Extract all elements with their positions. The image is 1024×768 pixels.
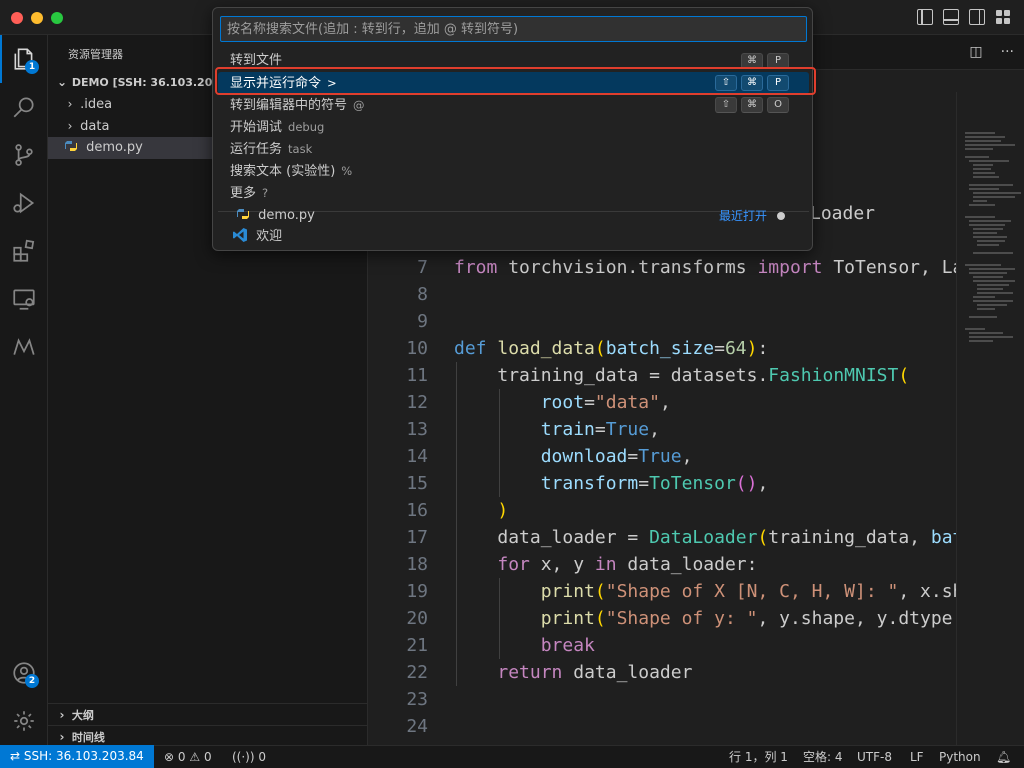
quick-pick-recent-welcome[interactable]: 欢迎: [218, 226, 809, 248]
problems-indicator[interactable]: ⊗ 0 ⚠ 0: [164, 746, 212, 768]
quick-open-input[interactable]: [220, 16, 807, 42]
window-close-button[interactable]: [11, 12, 23, 24]
sidebar-title: 资源管理器: [68, 48, 123, 61]
more-actions-icon[interactable]: ···: [1001, 44, 1014, 60]
python-file-icon: [237, 209, 249, 219]
notifications-bell-icon[interactable]: 🔔︎: [996, 746, 1011, 768]
settings-gear-icon[interactable]: [0, 697, 48, 745]
chevron-down-icon: ⌄: [56, 75, 68, 89]
code-line: 9: [417, 311, 428, 332]
code-line: 7 from torchvision.transforms import ToTe…: [417, 257, 956, 278]
chevron-right-icon: ›: [67, 97, 73, 111]
quick-pick-item-go-to-file[interactable]: 转到文件 ⌘ P: [218, 50, 809, 72]
encoding-indicator[interactable]: UTF-8: [857, 746, 892, 768]
timeline-section-header[interactable]: › 时间线: [48, 725, 368, 747]
quick-open-dialog: 转到文件 ⌘P 显示并运行命令> ⇧⌘P 转到编辑器中的符号@ ⇧⌘O 开始调试…: [212, 7, 813, 251]
toggle-primary-sidebar-icon[interactable]: [917, 9, 933, 25]
eol-indicator[interactable]: LF: [910, 746, 924, 768]
language-indicator[interactable]: Python: [939, 746, 981, 768]
dirty-dot-icon: [777, 212, 785, 220]
python-file-icon: [65, 141, 77, 151]
minimap[interactable]: [956, 92, 1024, 745]
window-maximize-button[interactable]: [51, 12, 63, 24]
quick-pick-item-show-commands[interactable]: 显示并运行命令 > ⇧ ⌘ P: [218, 72, 809, 94]
explorer-icon[interactable]: 1: [0, 35, 48, 83]
chevron-right-icon: ›: [67, 119, 73, 133]
indent-guide: [499, 578, 500, 659]
run-debug-icon[interactable]: [0, 179, 48, 227]
customize-layout-icon[interactable]: [995, 9, 1011, 25]
tree-item-label: .idea: [80, 97, 113, 112]
remote-indicator[interactable]: ⇄ SSH: 36.103.203.84: [0, 745, 154, 768]
m-extension-icon[interactable]: [0, 323, 48, 371]
extensions-icon[interactable]: [0, 227, 48, 275]
window-minimize-button[interactable]: [31, 12, 43, 24]
ports-indicator[interactable]: ((·)) 0: [232, 746, 266, 768]
code-line: 24: [406, 716, 428, 737]
warning-icon: ⚠: [189, 750, 201, 764]
search-icon[interactable]: [0, 83, 48, 131]
activity-bar: 1 2: [0, 35, 48, 745]
indent-guide: [456, 362, 457, 686]
error-icon: ⊗: [164, 750, 175, 764]
indentation-indicator[interactable]: 空格: 4: [803, 746, 843, 768]
quick-pick-item-more[interactable]: 更多?: [218, 182, 809, 204]
toggle-secondary-sidebar-icon[interactable]: [969, 9, 985, 25]
source-control-icon[interactable]: [0, 131, 48, 179]
code-line: 8: [417, 284, 428, 305]
quick-pick-item-run-task[interactable]: 运行任务 task: [218, 138, 809, 160]
indent-guide: [499, 389, 500, 497]
vscode-logo-icon: [233, 228, 247, 242]
quick-pick-item-start-debugging[interactable]: 开始调试 debug: [218, 116, 809, 138]
tree-item-label: data: [80, 119, 110, 134]
quick-pick-item-go-to-symbol[interactable]: 转到编辑器中的符号 @ ⇧ ⌘ O: [218, 94, 809, 116]
quick-pick-recent-demo-py[interactable]: demo.py 最近打开: [218, 205, 809, 227]
split-editor-icon[interactable]: ◫: [969, 44, 982, 60]
accounts-badge: 2: [25, 674, 39, 688]
remote-icon: ⇄: [10, 749, 21, 763]
chevron-right-icon: ›: [59, 708, 65, 722]
toggle-panel-icon[interactable]: [943, 9, 959, 25]
code-line-partial: Loader: [810, 203, 876, 224]
explorer-badge: 1: [25, 60, 39, 74]
tree-item-label: demo.py: [86, 140, 143, 155]
recently-opened-label: 最近打开: [718, 209, 767, 223]
quick-pick-item-search-text[interactable]: 搜索文本 (实验性)%: [218, 160, 809, 182]
timeline-label: 时间线: [71, 731, 105, 744]
outline-section-header[interactable]: › 大纲: [48, 703, 368, 725]
remote-explorer-icon[interactable]: [0, 275, 48, 323]
outline-label: 大纲: [71, 709, 94, 722]
code-line: 23: [406, 689, 428, 710]
code-line: 10 def load_data(batch_size=64):: [406, 338, 769, 359]
cursor-position[interactable]: 行 1，列 1: [729, 746, 788, 768]
broadcast-icon: ((·)): [232, 750, 255, 764]
status-bar: ⇄ SSH: 36.103.203.84 ⊗ 0 ⚠ 0 ((·)) 0 行 1…: [0, 745, 1024, 768]
accounts-icon[interactable]: 2: [0, 649, 48, 697]
